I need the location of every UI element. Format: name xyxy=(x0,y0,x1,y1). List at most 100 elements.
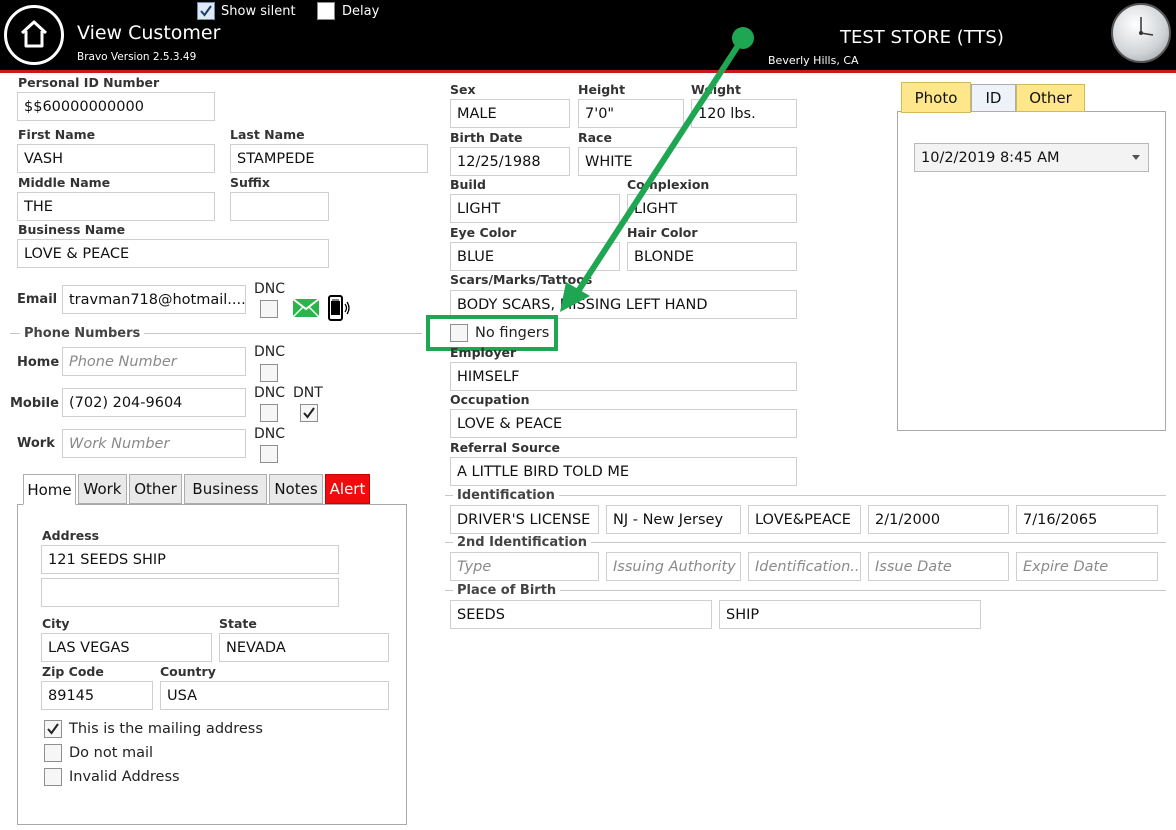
last-name-input[interactable]: STAMPEDE xyxy=(230,144,428,173)
store-location: Beverly Hills, CA xyxy=(768,54,859,67)
send-email-icon[interactable] xyxy=(292,298,320,322)
tab-address-other[interactable]: Other xyxy=(129,474,182,504)
tab-address-business[interactable]: Business xyxy=(184,474,267,504)
phone-section-label: Phone Numbers xyxy=(20,326,145,341)
state-input[interactable]: NEVADA xyxy=(219,633,389,662)
zip-label: Zip Code xyxy=(42,664,104,679)
suffix-input[interactable] xyxy=(230,192,329,221)
photo-date-select[interactable]: 10/2/2019 8:45 AM xyxy=(914,143,1149,172)
weight-label: Weight xyxy=(691,82,741,97)
show-silent-checkbox[interactable] xyxy=(197,2,215,20)
address-line2-input[interactable] xyxy=(41,578,339,607)
birthplace-section-label: Place of Birth xyxy=(453,583,561,598)
app-version: Bravo Version 2.5.3.49 xyxy=(77,51,197,63)
weight-input[interactable]: 120 lbs. xyxy=(691,99,797,128)
middle-name-input[interactable]: THE xyxy=(17,192,215,221)
birthplace-state-input[interactable]: SHIP xyxy=(719,600,981,629)
middle-name-label: Middle Name xyxy=(18,175,111,190)
tab-id[interactable]: ID xyxy=(971,84,1016,112)
tab-photo[interactable]: Photo xyxy=(901,82,971,113)
referral-input[interactable]: A LITTLE BIRD TOLD ME xyxy=(450,457,797,486)
id2-issue-date-input[interactable]: Issue Date xyxy=(868,552,1009,581)
invalid-address-checkbox[interactable] xyxy=(44,768,62,786)
email-dnc-label: DNC xyxy=(254,281,286,297)
no-fingers-checkbox[interactable] xyxy=(450,324,468,342)
state-label: State xyxy=(219,616,257,631)
id2-number-input[interactable]: Identification... xyxy=(748,552,861,581)
email-label: Email xyxy=(17,292,58,307)
id-type-input[interactable]: DRIVER'S LICENSE xyxy=(450,505,599,534)
photo-date-value: 10/2/2019 8:45 AM xyxy=(921,149,1060,166)
tab-address-home[interactable]: Home xyxy=(23,474,76,505)
delay-label: Delay xyxy=(342,4,380,19)
mailing-address-checkbox[interactable] xyxy=(44,720,62,738)
work-dnc-checkbox[interactable] xyxy=(260,445,278,463)
home-dnc-label: DNC xyxy=(254,344,286,360)
id2-type-input[interactable]: Type xyxy=(450,552,599,581)
home-button[interactable] xyxy=(4,5,64,65)
eye-color-input[interactable]: BLUE xyxy=(450,242,620,271)
app-header: View Customer Bravo Version 2.5.3.49 Sho… xyxy=(0,0,1176,70)
mobile-phone-label: Mobile xyxy=(10,396,59,411)
invalid-address-label: Invalid Address xyxy=(69,769,180,785)
mailing-address-label: This is the mailing address xyxy=(69,721,263,737)
mobile-phone-input[interactable]: (702) 204-9604 xyxy=(62,388,246,417)
business-name-input[interactable]: LOVE & PEACE xyxy=(17,239,329,268)
race-input[interactable]: WHITE xyxy=(578,147,797,176)
occupation-input[interactable]: LOVE & PEACE xyxy=(450,409,797,438)
country-input[interactable]: USA xyxy=(160,681,389,710)
tab-address-work[interactable]: Work xyxy=(78,474,127,504)
phone-vibrate-icon[interactable] xyxy=(326,295,352,327)
height-label: Height xyxy=(578,82,626,97)
chevron-down-icon xyxy=(1132,155,1140,160)
id2-expire-date-input[interactable]: Expire Date xyxy=(1016,552,1158,581)
show-silent-label: Show silent xyxy=(221,4,296,19)
first-name-input[interactable]: VASH xyxy=(17,144,215,173)
mobile-dnc-checkbox[interactable] xyxy=(260,404,278,422)
sex-input[interactable]: MALE xyxy=(450,99,570,128)
do-not-mail-checkbox[interactable] xyxy=(44,744,62,762)
mobile-dnt-label: DNT xyxy=(293,385,323,401)
delay-checkbox[interactable] xyxy=(317,2,335,20)
build-input[interactable]: LIGHT xyxy=(450,194,620,223)
address-line1-input[interactable]: 121 SEEDS SHIP xyxy=(41,545,339,574)
work-dnc-label: DNC xyxy=(254,426,286,442)
eye-color-label: Eye Color xyxy=(450,225,517,240)
home-phone-label: Home xyxy=(17,355,60,370)
work-phone-label: Work xyxy=(17,436,55,451)
occupation-label: Occupation xyxy=(450,392,530,407)
address-label: Address xyxy=(42,528,100,543)
race-label: Race xyxy=(578,130,612,145)
last-name-label: Last Name xyxy=(230,127,305,142)
mobile-dnt-checkbox[interactable] xyxy=(300,404,318,422)
birth-date-input[interactable]: 12/25/1988 xyxy=(450,147,570,176)
height-input[interactable]: 7'0" xyxy=(578,99,684,128)
id-authority-input[interactable]: NJ - New Jersey xyxy=(606,505,741,534)
birth-date-label: Birth Date xyxy=(450,130,523,145)
home-dnc-checkbox[interactable] xyxy=(260,364,278,382)
birthplace-city-input[interactable]: SEEDS xyxy=(450,600,712,629)
work-phone-input[interactable]: Work Number xyxy=(62,429,246,458)
checkmark-icon xyxy=(47,723,59,735)
personal-id-input[interactable]: $$60000000000 xyxy=(17,92,215,121)
sex-label: Sex xyxy=(450,82,476,97)
employer-input[interactable]: HIMSELF xyxy=(450,362,797,391)
tab-address-alert[interactable]: Alert xyxy=(325,474,370,504)
header-accent-line xyxy=(0,70,1176,73)
email-input[interactable]: travman718@hotmail.... xyxy=(62,285,246,314)
business-name-label: Business Name xyxy=(18,222,126,237)
city-input[interactable]: LAS VEGAS xyxy=(41,633,212,662)
hair-color-input[interactable]: BLONDE xyxy=(627,242,797,271)
checkmark-icon xyxy=(200,5,212,17)
zip-input[interactable]: 89145 xyxy=(41,681,153,710)
id-expire-date-input[interactable]: 7/16/2065 xyxy=(1016,505,1158,534)
home-phone-input[interactable]: Phone Number xyxy=(62,347,246,376)
complexion-input[interactable]: LIGHT xyxy=(627,194,797,223)
tab-other[interactable]: Other xyxy=(1016,84,1085,112)
id2-authority-input[interactable]: Issuing Authority xyxy=(606,552,741,581)
id-issue-date-input[interactable]: 2/1/2000 xyxy=(868,505,1009,534)
email-dnc-checkbox[interactable] xyxy=(260,300,278,318)
first-name-label: First Name xyxy=(18,127,96,142)
id-number-input[interactable]: LOVE&PEACE xyxy=(748,505,861,534)
tab-address-notes[interactable]: Notes xyxy=(269,474,323,504)
